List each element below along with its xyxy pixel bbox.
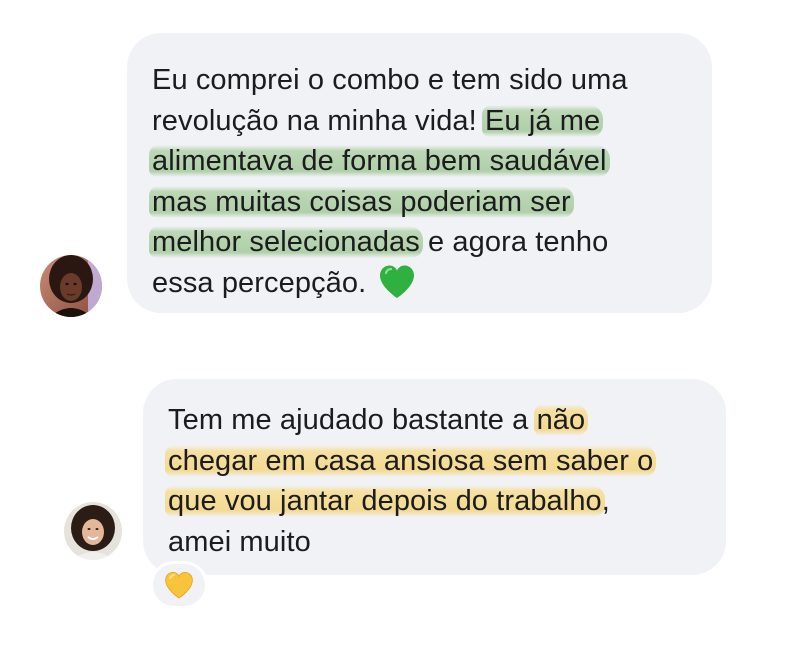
green-heart-icon bbox=[378, 264, 416, 311]
message-text-2: Tem me ajudado bastante a não chegar em … bbox=[165, 400, 704, 563]
highlighted-text-yellow: chegar em casa ansiosa sem saber o bbox=[165, 444, 657, 477]
message-line: alimentava de forma bem saudável bbox=[149, 141, 690, 182]
highlighted-text-green: alimentava de forma bem saudável bbox=[149, 145, 610, 177]
text-segment: amei muito bbox=[168, 525, 311, 558]
message-reaction[interactable] bbox=[150, 561, 208, 609]
text-segment: Tem me ajudado bastante a bbox=[168, 404, 537, 436]
highlighted-text-green: mas muitas coisas poderiam ser bbox=[149, 185, 574, 218]
woman-smiling-avatar-icon bbox=[64, 502, 122, 560]
message-line: Eu comprei o combo e tem sido uma bbox=[152, 60, 690, 101]
text-segment: revolução na minha vida! bbox=[152, 104, 485, 137]
text-segment: , bbox=[601, 485, 610, 517]
yellow-heart-icon bbox=[165, 571, 193, 599]
message-line: melhor selecionadas e agora tenho bbox=[149, 222, 690, 263]
message-line: Tem me ajudado bastante a não bbox=[168, 400, 704, 441]
text-segment: e agora tenho bbox=[419, 226, 609, 258]
message-line: revolução na minha vida! Eu já me bbox=[152, 101, 690, 142]
sender-avatar-2[interactable] bbox=[64, 502, 122, 560]
message-line: essa percepção. bbox=[152, 263, 690, 311]
text-segment: essa percepção. bbox=[152, 266, 375, 299]
text-segment: Eu comprei o combo e tem sido uma bbox=[152, 64, 628, 96]
highlighted-text-green: melhor selecionadas bbox=[149, 226, 423, 258]
sender-avatar-1[interactable] bbox=[40, 255, 102, 317]
message-bubble-1[interactable]: Eu comprei o combo e tem sido uma revolu… bbox=[127, 33, 712, 313]
message-line: amei muito bbox=[168, 522, 704, 563]
message-bubble-2[interactable]: Tem me ajudado bastante a não chegar em … bbox=[143, 379, 726, 575]
woman-curly-hair-avatar-icon bbox=[40, 255, 102, 317]
message-text-1: Eu comprei o combo e tem sido uma revolu… bbox=[149, 60, 690, 311]
message-line: mas muitas coisas poderiam ser bbox=[149, 182, 690, 223]
message-line: que vou jantar depois do trabalho, bbox=[165, 481, 704, 522]
message-line: chegar em casa ansiosa sem saber o bbox=[165, 441, 704, 482]
highlighted-text-yellow: não bbox=[533, 404, 589, 436]
highlighted-text-green: Eu já me bbox=[481, 104, 604, 137]
highlighted-text-yellow: que vou jantar depois do trabalho bbox=[165, 485, 605, 517]
